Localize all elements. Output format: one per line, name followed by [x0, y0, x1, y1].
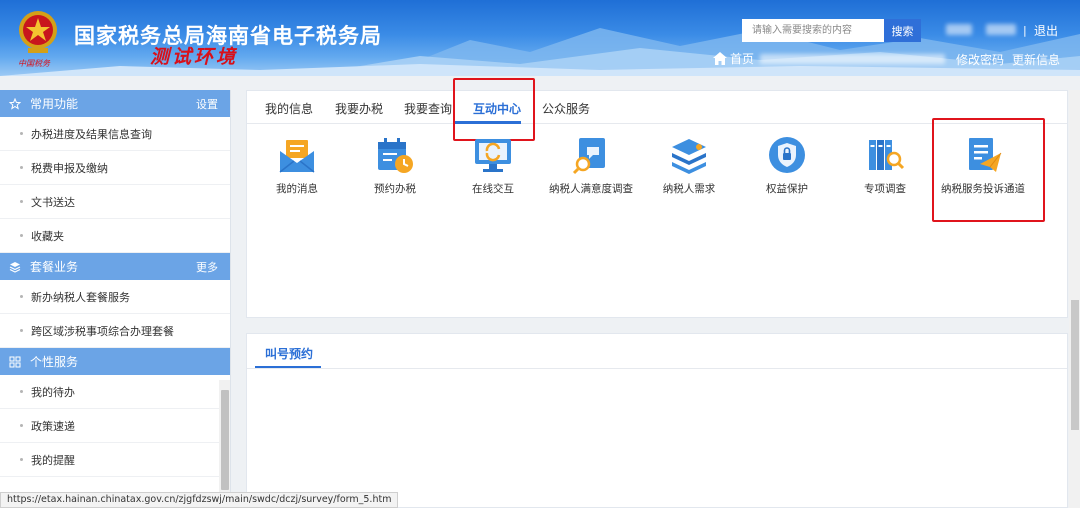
tab-query[interactable]: 我要查询: [404, 100, 452, 117]
bullet-icon: [20, 424, 23, 427]
bullet-icon: [20, 458, 23, 461]
service-rights-protection[interactable]: 权益保护: [739, 135, 835, 196]
header-divider: |: [1023, 24, 1027, 37]
service-online-interaction[interactable]: 在线交互: [445, 135, 541, 196]
sidebar-item-progress-query[interactable]: 办税进度及结果信息查询: [0, 117, 230, 151]
page-scroll-thumb[interactable]: [1071, 300, 1079, 430]
monitor-refresh-icon: [475, 139, 511, 172]
sidebar-section-common: 常用功能 设置: [0, 90, 230, 117]
service-label: 专项调查: [864, 183, 906, 195]
header-banner: 中国税务 国家税务总局海南省电子税务局 测试环境 搜索 | 退出 首页 修改密码…: [0, 0, 1080, 76]
call-tab-divider: [247, 368, 1067, 369]
bullet-icon: [20, 132, 23, 135]
bullet-icon: [20, 295, 23, 298]
sidebar-item-label: 政策速递: [31, 419, 75, 433]
sidebar-item-my-reminders[interactable]: 我的提醒: [0, 443, 230, 477]
user-name-redacted: [946, 24, 972, 35]
highlight-box-complaint: [932, 118, 1045, 222]
sidebar-scroll-thumb[interactable]: [221, 390, 229, 490]
service-satisfaction-survey[interactable]: 纳税人满意度调查: [543, 135, 639, 196]
home-link[interactable]: 首页: [713, 50, 754, 67]
search-input[interactable]: [742, 19, 884, 42]
user-id-redacted: [986, 24, 1016, 35]
star-icon: [8, 97, 22, 111]
service-label: 纳税人满意度调查: [549, 183, 633, 195]
interaction-panel: 我的信息 我要办税 我要查询 互动中心 公众服务 我的消息 预约办税 在线交互 …: [246, 78, 1068, 318]
sidebar-item-label: 跨区域涉税事项综合办理套餐: [31, 324, 174, 338]
emblem-caption: 中国税务: [18, 59, 50, 68]
bullet-icon: [20, 166, 23, 169]
bullet-icon: [20, 329, 23, 332]
service-my-messages[interactable]: 我的消息: [249, 135, 345, 196]
sidebar-item-label: 文书送达: [31, 195, 75, 209]
sidebar-item-policy-express[interactable]: 政策速递: [0, 409, 230, 443]
service-appointment[interactable]: 预约办税: [347, 135, 443, 196]
tax-emblem-logo: [19, 11, 57, 53]
grid-icon: [8, 355, 22, 369]
test-environment-label: 测试环境: [150, 46, 239, 68]
sidebar-item-label: 我的提醒: [31, 453, 75, 467]
bullet-icon: [20, 200, 23, 203]
highlight-box-tab: [453, 78, 535, 141]
service-label: 预约办税: [374, 183, 416, 195]
call-appointment-panel: 叫号预约: [246, 333, 1068, 508]
service-special-survey[interactable]: 专项调查: [837, 135, 933, 196]
shield-lock-icon: [769, 137, 805, 173]
status-url-bar: https://etax.hainan.chinatax.gov.cn/zjgf…: [0, 492, 399, 508]
service-label: 在线交互: [472, 183, 514, 195]
sidebar-item-label: 新办纳税人套餐服务: [31, 290, 130, 304]
sidebar-item-document-delivery[interactable]: 文书送达: [0, 185, 230, 219]
tab-public-service[interactable]: 公众服务: [542, 100, 590, 117]
change-password-link[interactable]: 修改密码: [956, 51, 1004, 68]
home-label: 首页: [730, 52, 755, 66]
sidebar-section-title: 常用功能: [30, 97, 79, 111]
sidebar: 常用功能 设置 办税进度及结果信息查询 税费申报及缴纳 文书送达 收藏夹 套餐业…: [0, 90, 231, 492]
sidebar-section-personal: 个性服务: [0, 348, 230, 375]
search-button[interactable]: 搜索: [884, 19, 921, 42]
service-label: 纳税人需求: [662, 183, 716, 195]
sidebar-item-favorites[interactable]: 收藏夹: [0, 219, 230, 253]
tab-my-info[interactable]: 我的信息: [265, 100, 313, 117]
logout-link[interactable]: 退出: [1034, 22, 1058, 39]
survey-search-icon: [572, 138, 605, 175]
sidebar-settings-link[interactable]: 设置: [196, 96, 218, 112]
sidebar-more-link[interactable]: 更多: [196, 259, 218, 275]
tab-tax-handling[interactable]: 我要办税: [335, 100, 383, 117]
calendar-clock-icon: [378, 138, 413, 173]
home-icon: [713, 52, 727, 65]
sidebar-section-title: 套餐业务: [30, 260, 79, 274]
page-scrollbar[interactable]: [1069, 90, 1080, 508]
layers-icon: [8, 260, 22, 274]
service-taxpayer-needs[interactable]: 纳税人需求: [641, 135, 737, 196]
sidebar-item-label: 我的待办: [31, 385, 75, 399]
company-name-redacted: [760, 54, 945, 64]
bullet-icon: [20, 234, 23, 237]
sidebar-section-packages: 套餐业务 更多: [0, 253, 230, 280]
books-magnifier-icon: [869, 140, 905, 170]
sidebar-item-label: 税费申报及缴纳: [31, 161, 108, 175]
service-label: 权益保护: [766, 183, 808, 195]
sidebar-section-title: 个性服务: [30, 355, 79, 369]
sidebar-item-tax-declaration[interactable]: 税费申报及缴纳: [0, 151, 230, 185]
tab-call-appointment[interactable]: 叫号预约: [265, 345, 313, 362]
envelope-icon: [279, 140, 315, 173]
update-info-link[interactable]: 更新信息: [1012, 51, 1060, 68]
sidebar-item-label: 收藏夹: [31, 229, 64, 243]
sidebar-item-label: 办税进度及结果信息查询: [31, 127, 152, 141]
sidebar-item-cross-region-package[interactable]: 跨区域涉税事项综合办理套餐: [0, 314, 230, 348]
sidebar-item-my-todos[interactable]: 我的待办: [0, 375, 230, 409]
sidebar-item-new-taxpayer-package[interactable]: 新办纳税人套餐服务: [0, 280, 230, 314]
stack-layers-icon: [672, 139, 706, 174]
bullet-icon: [20, 390, 23, 393]
service-label: 我的消息: [276, 183, 318, 195]
